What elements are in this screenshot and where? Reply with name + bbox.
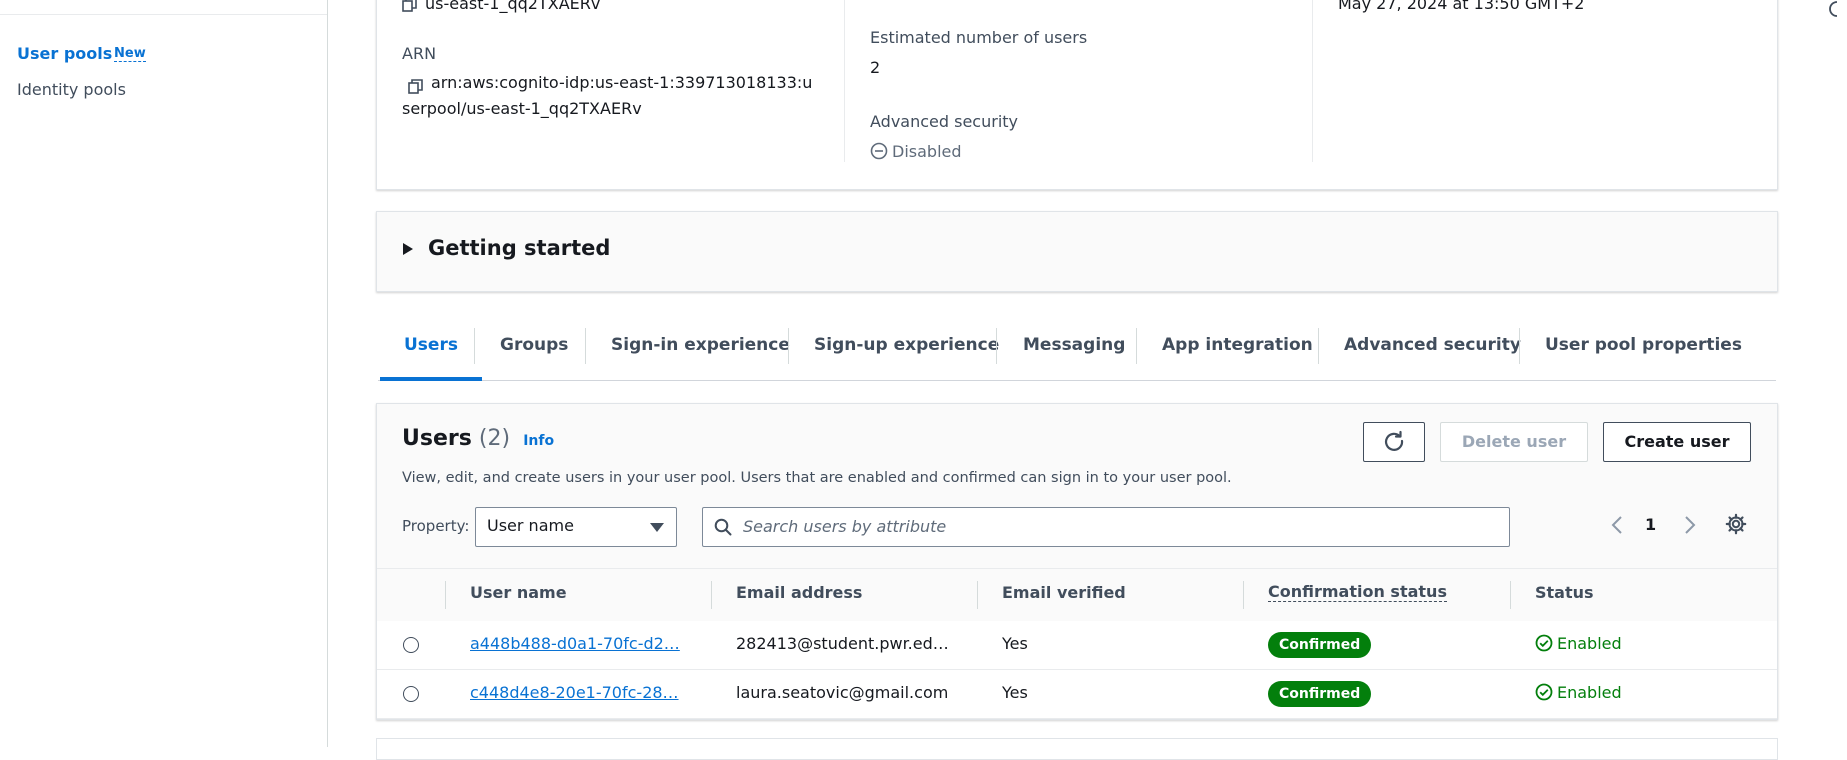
status-cell: Enabled — [1535, 634, 1622, 653]
row-select-radio[interactable] — [403, 637, 419, 653]
column-divider — [977, 581, 978, 609]
column-divider — [711, 581, 712, 609]
email-cell: 282413@student.pwr.ed… — [736, 634, 949, 653]
tab-divider — [1136, 328, 1137, 364]
next-section-container — [376, 738, 1778, 760]
table-row: a448b488-d0a1-70fc-d2… 282413@student.pw… — [377, 621, 1777, 670]
user-name-link[interactable]: c448d4e8-20e1-70fc-28… — [470, 683, 679, 702]
caret-down-icon — [650, 523, 664, 532]
tab-app-integration[interactable]: App integration — [1162, 322, 1313, 379]
arn-value: arn:aws:cognito-idp:us-east-1:3397130181… — [402, 70, 842, 122]
confirmation-status-badge: Confirmed — [1268, 632, 1372, 658]
user-name-link[interactable]: a448b488-d0a1-70fc-d2… — [470, 634, 680, 653]
overview-column-2: Estimated number of users 2 Advanced sec… — [844, 0, 1310, 162]
divider — [0, 14, 327, 15]
row-select-radio[interactable] — [403, 686, 419, 702]
email-verified-cell: Yes — [1002, 634, 1028, 653]
tab-divider — [996, 328, 997, 364]
created-time-value: May 27, 2024 at 13:50 GMT+2 — [1338, 0, 1585, 13]
tab-divider — [474, 328, 475, 364]
user-pool-overview: us-east-1_qq2TXAERv ARN arn:aws:cognito-… — [376, 0, 1778, 190]
tab-sign-in-experience[interactable]: Sign-in experience — [611, 322, 790, 379]
overview-column-1: us-east-1_qq2TXAERv ARN arn:aws:cognito-… — [402, 0, 842, 162]
new-badge: New — [114, 46, 146, 62]
getting-started-expander[interactable]: Getting started — [376, 211, 1778, 292]
table-preferences-button[interactable] — [1725, 513, 1747, 539]
property-select-value: User name — [487, 516, 574, 535]
users-title: Users — [402, 426, 472, 451]
confirmation-status-badge: Confirmed — [1268, 681, 1372, 707]
chevron-left-icon — [1611, 516, 1622, 534]
page-number[interactable]: 1 — [1645, 515, 1656, 534]
estimated-users-value: 2 — [870, 58, 881, 77]
email-cell: laura.seatovic@gmail.com — [736, 683, 949, 702]
tab-divider — [788, 328, 789, 364]
chevron-right-icon — [1685, 516, 1696, 534]
tab-sign-up-experience[interactable]: Sign-up experience — [814, 322, 999, 379]
disabled-text: Disabled — [892, 142, 962, 161]
check-circle-icon — [1535, 683, 1553, 701]
status-cell: Enabled — [1535, 683, 1622, 702]
pool-id-row: us-east-1_qq2TXAERv — [402, 0, 600, 13]
tab-divider — [1519, 328, 1520, 364]
column-divider — [1243, 581, 1244, 609]
tab-divider — [585, 328, 586, 364]
sidebar-item-user-pools[interactable]: User pools — [17, 44, 112, 63]
check-circle-icon — [1535, 634, 1553, 652]
user-pool-tabs: Users Groups Sign-in experience Sign-up … — [378, 322, 1776, 381]
advanced-security-value: Disabled — [870, 142, 962, 161]
table-header: User name Email address Email verified C… — [377, 568, 1777, 622]
column-header-status[interactable]: Status — [1535, 583, 1594, 602]
copy-icon[interactable] — [402, 0, 417, 12]
users-description: View, edit, and create users in your use… — [402, 470, 1232, 486]
column-header-user-name[interactable]: User name — [470, 583, 567, 602]
feedback-icon[interactable] — [1827, 0, 1839, 22]
delete-user-button[interactable]: Delete user — [1440, 422, 1588, 462]
column-divider — [1510, 581, 1511, 609]
advanced-security-label: Advanced security — [870, 112, 1018, 131]
table-row: c448d4e8-20e1-70fc-28… laura.seatovic@gm… — [377, 670, 1777, 719]
tab-advanced-security[interactable]: Advanced security — [1344, 322, 1521, 379]
users-container: Users (2) Info View, edit, and create us… — [376, 403, 1778, 720]
tab-user-pool-properties[interactable]: User pool properties — [1545, 322, 1742, 379]
gear-icon — [1725, 513, 1747, 535]
status-text: Enabled — [1557, 634, 1622, 653]
column-divider — [445, 581, 446, 609]
sidebar-item-identity-pools[interactable]: Identity pools — [17, 80, 126, 99]
getting-started-title: Getting started — [428, 236, 611, 260]
next-page-button[interactable] — [1683, 515, 1697, 539]
property-label: Property: — [402, 517, 470, 535]
status-text: Enabled — [1557, 683, 1622, 702]
overview-column-3: May 27, 2024 at 13:50 GMT+2 — [1312, 0, 1778, 162]
refresh-icon — [1385, 430, 1404, 451]
estimated-users-label: Estimated number of users — [870, 28, 1088, 47]
copy-icon[interactable] — [408, 76, 423, 94]
column-header-email[interactable]: Email address — [736, 583, 862, 602]
tab-divider — [1318, 328, 1319, 364]
search-placeholder: Search users by attribute — [743, 517, 947, 536]
expand-caret-icon — [403, 243, 413, 255]
email-verified-cell: Yes — [1002, 683, 1028, 702]
users-count: (2) — [478, 426, 511, 451]
previous-page-button[interactable] — [1610, 515, 1624, 539]
refresh-button[interactable] — [1363, 422, 1425, 462]
arn-line-1: arn:aws:cognito-idp:us-east-1:3397130181… — [431, 73, 813, 92]
info-link[interactable]: Info — [523, 433, 554, 449]
column-header-confirmation-status[interactable]: Confirmation status — [1268, 583, 1447, 602]
tab-groups[interactable]: Groups — [500, 322, 568, 379]
pool-id-value: us-east-1_qq2TXAERv — [425, 0, 601, 13]
column-header-email-verified[interactable]: Email verified — [1002, 583, 1126, 602]
arn-line-2: serpool/us-east-1_qq2TXAERv — [402, 99, 642, 118]
property-select[interactable]: User name — [475, 507, 677, 547]
search-icon — [714, 518, 732, 536]
arn-label: ARN — [402, 44, 437, 63]
side-navigation: User pools New Identity pools — [0, 0, 328, 747]
tab-messaging[interactable]: Messaging — [1023, 322, 1125, 379]
create-user-button[interactable]: Create user — [1603, 422, 1751, 462]
tab-users[interactable]: Users — [380, 322, 482, 381]
disabled-icon — [870, 142, 888, 160]
users-header: Users (2) Info — [402, 426, 554, 451]
search-input[interactable]: Search users by attribute — [702, 507, 1510, 547]
